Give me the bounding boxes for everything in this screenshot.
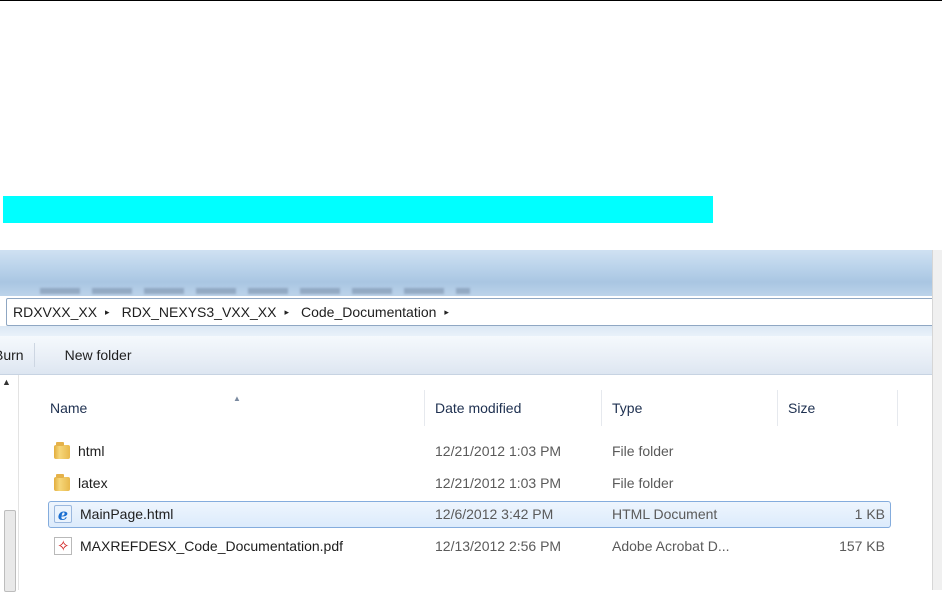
burn-button[interactable]: Burn [0, 343, 35, 367]
file-row[interactable]: latex 12/21/2012 1:03 PM File folder [40, 469, 930, 497]
breadcrumb-label: RDX_NEXYS3_VXX_XX [121, 304, 277, 320]
burn-label: Burn [0, 347, 24, 363]
internet-explorer-icon: e [54, 505, 72, 524]
breadcrumb-arrow-icon[interactable]: ▸ [284, 307, 289, 318]
column-header-type-label: Type [612, 400, 643, 416]
file-size: 157 KB [839, 538, 885, 554]
file-name-cell: latex [54, 469, 108, 497]
column-header-date-label: Date modified [435, 400, 522, 416]
breadcrumb-item[interactable]: RDX_NEXYS3_VXX_XX ▸ [118, 304, 297, 320]
right-scroll-strip [932, 250, 942, 590]
breadcrumb-label: RDXVXX_XX [13, 304, 98, 320]
breadcrumb-item[interactable]: Code_Documentation ▸ [297, 304, 457, 320]
column-header-size-label: Size [788, 400, 816, 416]
file-type: File folder [612, 475, 674, 491]
address-bar-shadow [0, 326, 942, 336]
file-name: latex [78, 475, 108, 491]
column-headers: Name ▲ Date modified Type Size [40, 390, 930, 426]
column-header-date[interactable]: Date modified [425, 390, 602, 426]
file-name: html [78, 443, 105, 459]
file-name-cell: MAXREFDESX_Code_Documentation.pdf [54, 532, 343, 560]
column-header-name[interactable]: Name ▲ [40, 390, 425, 426]
file-date: 12/6/2012 3:42 PM [435, 506, 554, 522]
breadcrumb-label: Code_Documentation [300, 304, 437, 320]
new-folder-label: New folder [64, 347, 132, 363]
breadcrumb-item[interactable]: RDXVXX_XX ▸ [7, 304, 118, 320]
file-name: MAXREFDESX_Code_Documentation.pdf [80, 538, 344, 554]
file-row[interactable]: html 12/21/2012 1:03 PM File folder [40, 437, 930, 465]
command-toolbar: Burn New folder [0, 336, 932, 375]
file-name-cell: e MainPage.html [54, 500, 173, 528]
top-rule [0, 0, 942, 1]
address-bar[interactable]: RDXVXX_XX ▸ RDX_NEXYS3_VXX_XX ▸ Code_Doc… [6, 298, 934, 326]
pdf-icon [54, 537, 72, 555]
file-date: 12/13/2012 2:56 PM [435, 538, 562, 554]
file-name: MainPage.html [80, 506, 174, 522]
file-date: 12/21/2012 1:03 PM [435, 443, 562, 459]
file-size [775, 469, 885, 497]
file-name-cell: html [54, 437, 104, 465]
file-type: File folder [612, 443, 674, 459]
file-row[interactable]: e MainPage.html 12/6/2012 3:42 PM HTML D… [40, 500, 930, 528]
file-type: Adobe Acrobat D... [612, 538, 730, 554]
folder-icon [54, 474, 70, 491]
scrollbar-thumb[interactable] [4, 510, 16, 592]
folder-icon [54, 442, 70, 459]
sort-ascending-icon: ▲ [233, 394, 241, 403]
breadcrumb-arrow-icon[interactable]: ▸ [444, 307, 449, 318]
file-size: 1 KB [854, 506, 885, 522]
column-header-type[interactable]: Type [602, 390, 778, 426]
scroll-up-arrow-icon[interactable]: ▲ [2, 377, 11, 387]
file-date: 12/21/2012 1:03 PM [435, 475, 562, 491]
blurred-menu-bar [40, 288, 470, 294]
file-type: HTML Document [612, 506, 718, 522]
navigation-pane[interactable]: ▲ [0, 375, 19, 592]
column-header-name-label: Name [50, 400, 88, 416]
new-folder-button[interactable]: New folder [55, 343, 142, 367]
title-bar [0, 250, 942, 296]
file-row[interactable]: MAXREFDESX_Code_Documentation.pdf 12/13/… [40, 532, 930, 560]
cyan-highlight-bar [3, 196, 713, 223]
column-header-size[interactable]: Size [778, 390, 898, 426]
file-size [775, 437, 885, 465]
breadcrumb-arrow-icon[interactable]: ▸ [105, 307, 110, 318]
